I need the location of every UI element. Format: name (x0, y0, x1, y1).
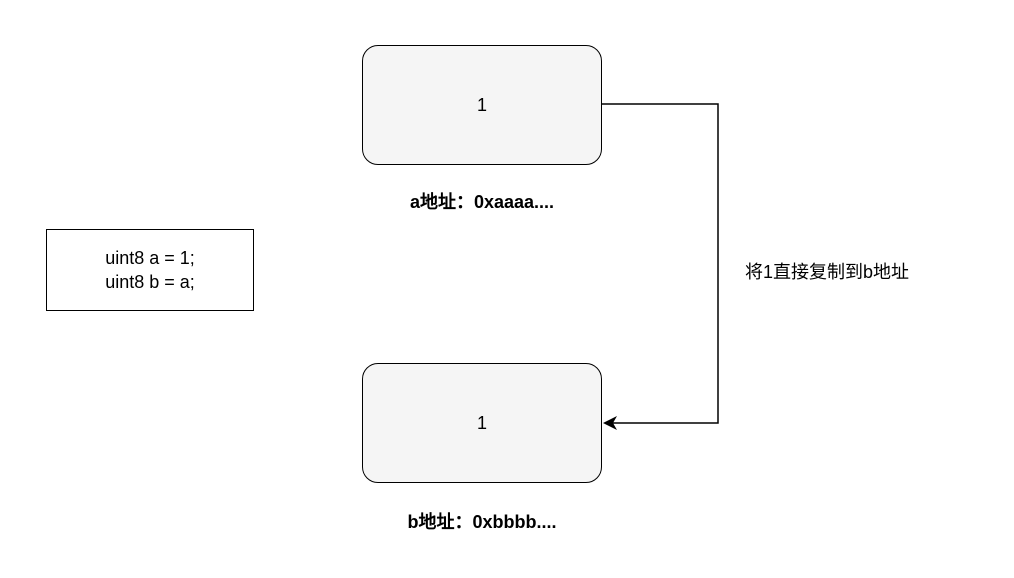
memory-cell-b-value: 1 (476, 412, 487, 433)
memory-cell-a-value: 1 (476, 94, 487, 115)
code-line-1: uint8 a = 1; (105, 248, 195, 268)
memory-cell-b: 1 (362, 363, 602, 483)
code-snippet-box: uint8 a = 1; uint8 b = a; (46, 229, 254, 311)
arrow-head-icon (603, 416, 617, 430)
memory-b-address-label: b地址：0xbbbb.... (407, 512, 557, 532)
memory-cell-a: 1 (362, 45, 602, 165)
code-line-2: uint8 b = a; (105, 272, 195, 292)
copy-arrow-line (602, 103, 719, 424)
memory-a-address-label: a地址：0xaaaa.... (409, 192, 555, 212)
copy-annotation-label: 将1直接复制到b地址 (745, 262, 910, 282)
